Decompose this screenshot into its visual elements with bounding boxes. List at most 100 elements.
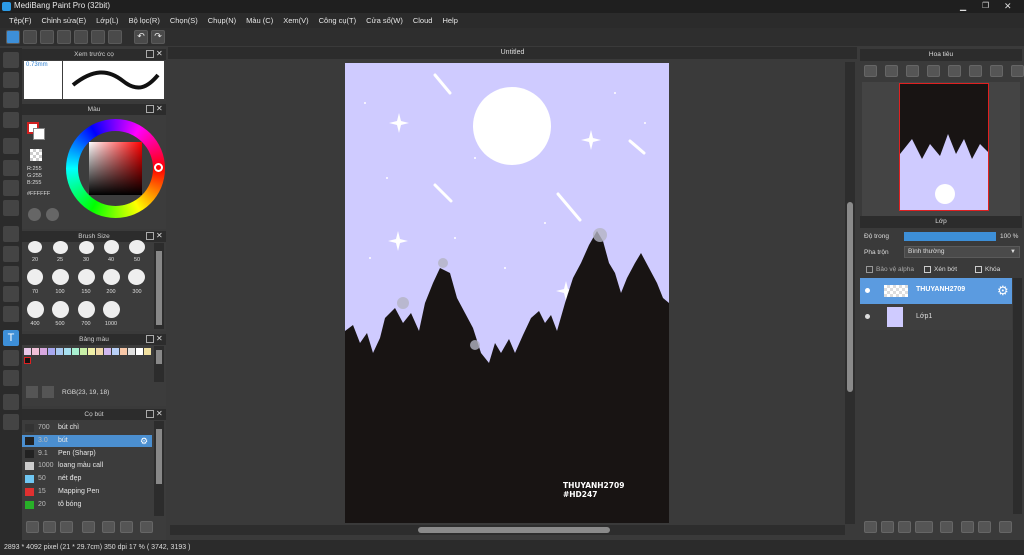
menu-window[interactable]: Cửa sổ(W) [361,13,408,28]
palette-swatch[interactable] [88,348,95,355]
document-tab[interactable]: Untitled [168,47,857,59]
minimize-icon[interactable]: ▁ [960,2,966,11]
brush-folder-icon[interactable] [102,521,115,533]
gradient-tool-icon[interactable] [3,200,19,216]
brush-size-dot[interactable] [27,269,43,285]
palette-swatch[interactable] [104,348,111,355]
layer-row[interactable]: Lớp1 [860,304,1012,330]
reset-view-icon[interactable] [1011,65,1024,77]
brush-tool-icon[interactable] [3,52,19,68]
palette-scrollbar[interactable] [154,346,164,382]
select-tool-icon[interactable] [3,226,19,242]
saturation-value-square[interactable] [89,142,142,195]
close-panel-icon[interactable]: ✕ [156,410,164,418]
menu-cloud[interactable]: Cloud [408,13,438,28]
brush-list-item[interactable]: 50 nét đẹp [22,473,152,485]
brush-size-dot[interactable] [78,301,95,318]
new-swatch-icon[interactable] [26,386,38,398]
brush-size-dot[interactable] [103,301,120,318]
grid-icon[interactable] [108,30,122,44]
float-panel-icon[interactable] [146,50,154,58]
eraser-tool-icon[interactable] [3,72,19,88]
delete-swatch-icon[interactable] [42,386,54,398]
blend-mode-select[interactable]: Bình thường ▼ [904,246,1020,258]
palette-swatch[interactable] [24,348,31,355]
open-icon[interactable] [57,30,71,44]
hue-wheel[interactable] [66,119,165,218]
brush-size-dot[interactable] [52,269,69,285]
menu-snap[interactable]: Chụp(N) [203,13,241,28]
dot-tool-icon[interactable] [3,92,19,108]
palette-swatch[interactable] [80,348,87,355]
brush-list-item[interactable]: 3.0 bút ⚙ [22,434,152,447]
divide-tool-icon[interactable] [3,370,19,386]
fill-tool-icon[interactable] [3,180,19,196]
shape-tool-icon[interactable] [3,160,19,176]
palette-swatch[interactable] [24,357,31,364]
brush-list-scrollbar[interactable] [154,421,164,516]
canvas-vertical-scrollbar[interactable] [845,62,855,524]
menu-file[interactable]: Tệp(F) [4,13,37,28]
merge-layer-icon[interactable] [978,521,991,533]
close-panel-icon[interactable]: ✕ [156,50,164,58]
menu-view[interactable]: Xem(V) [278,13,313,28]
new-halftone-layer-icon[interactable] [881,521,894,533]
protect-alpha-checkbox[interactable] [866,266,873,273]
brush-size-dot[interactable] [128,269,145,285]
brush-size-dot[interactable] [78,269,95,285]
menu-help[interactable]: Help [437,13,462,28]
opacity-slider[interactable] [904,232,996,241]
brush-size-scrollbar[interactable] [154,243,164,329]
lasso-tool-icon[interactable] [3,246,19,262]
palette-swatch[interactable] [144,348,151,355]
brush-size-dot[interactable] [129,240,145,254]
add-brush-icon[interactable] [26,521,39,533]
brush-list-item[interactable]: 9.1 Pen (Sharp) [22,448,152,460]
palette-swatch[interactable] [56,348,63,355]
select-eraser-icon[interactable] [3,306,19,322]
zoom-out-icon[interactable] [864,65,877,77]
brush-list-item[interactable]: 15 Mapping Pen [22,486,152,498]
secondary-color-swatch[interactable] [33,128,45,140]
hue-cursor[interactable] [154,163,163,172]
menu-layer[interactable]: Lớp(L) [91,13,123,28]
rotate-left-icon[interactable] [948,65,961,77]
brush-size-dot[interactable] [53,241,68,254]
brush-settings-icon[interactable] [82,521,95,533]
document-canvas[interactable]: THUYANH2709 #HD247 [345,63,669,523]
navigator-preview[interactable] [862,82,1020,216]
transparent-color-swatch[interactable] [30,149,42,161]
close-panel-icon[interactable]: ✕ [156,105,164,113]
fit-screen-icon[interactable] [906,65,919,77]
menu-filter[interactable]: Bộ lọc(R) [124,13,165,28]
brush-duplicate-icon[interactable] [120,521,133,533]
brush-size-dot[interactable] [27,301,44,318]
clipping-checkbox[interactable] [924,266,931,273]
restore-icon[interactable]: ❐ [982,1,989,10]
palette-swatch[interactable] [136,348,143,355]
new-8bit-layer-icon[interactable] [898,521,911,533]
redo-icon[interactable]: ↷ [151,30,165,44]
brush-size-dot[interactable] [52,301,69,318]
brush-list-item[interactable]: 700 bút chì [22,422,152,434]
brush-menu-icon[interactable] [43,521,56,533]
brush-size-dot[interactable] [28,241,42,253]
palette-swatch[interactable] [64,348,71,355]
lock-checkbox[interactable] [975,266,982,273]
palette-swatch[interactable] [112,348,119,355]
visibility-icon[interactable] [865,288,870,293]
copy-brush-icon[interactable] [60,521,73,533]
duplicate-layer-icon[interactable] [961,521,974,533]
brush-size-dot[interactable] [104,240,119,254]
float-panel-icon[interactable] [146,410,154,418]
save-icon[interactable] [74,30,88,44]
palette-swatch[interactable] [72,348,79,355]
cloud-icon[interactable] [6,30,20,44]
correction-tool-icon[interactable] [3,112,19,128]
new-layer-icon[interactable] [864,521,877,533]
palette-swatch[interactable] [128,348,135,355]
layer-row-selected[interactable]: THUYANH2709 ⚙ [860,278,1012,304]
move-tool-icon[interactable] [3,138,19,154]
brush-settings-icon[interactable]: ⚙ [140,435,148,447]
canvas-horizontal-scrollbar[interactable] [170,525,845,535]
